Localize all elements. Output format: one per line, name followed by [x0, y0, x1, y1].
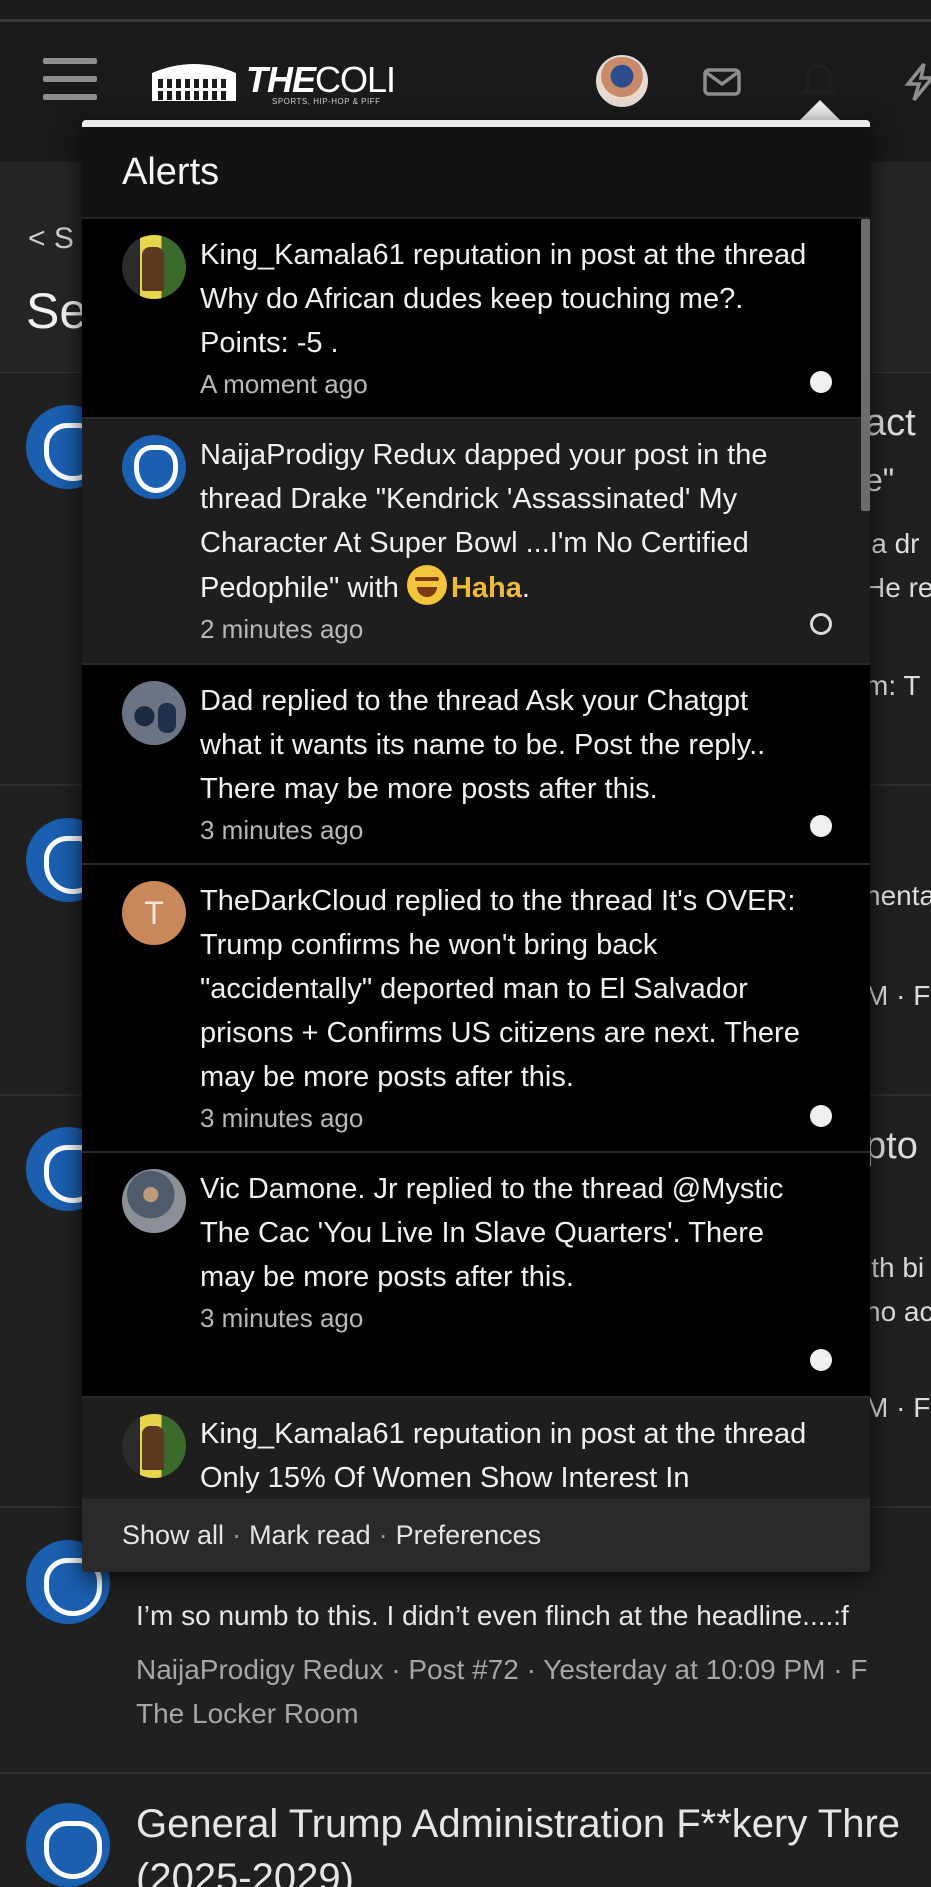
read-dot-icon[interactable] [810, 613, 832, 635]
king-avatar[interactable] [122, 1414, 186, 1478]
alert-time: 2 minutes ago [200, 614, 364, 644]
reaction-label: Haha [450, 572, 522, 604]
colosseum-logo-icon [152, 64, 236, 101]
site-logo[interactable]: THECOLI SPORTS, HIP-HOP & PIFF [148, 57, 408, 107]
alert-time: A moment ago [200, 369, 368, 399]
result-title-fragment[interactable]: pto [865, 1125, 918, 1168]
logo-tagline: SPORTS, HIP-HOP & PIFF [272, 97, 381, 106]
alert-item[interactable]: Vic Damone. Jr replied to the thread @My… [82, 1153, 870, 1398]
alert-text[interactable]: King_Kamala61 reputation in post at the … [200, 1412, 810, 1499]
alerts-popup: Alerts King_Kamala61 reputation in post … [82, 120, 870, 1572]
result-snippet-fragment: ia dr [865, 528, 920, 559]
alert-text[interactable]: Vic Damone. Jr replied to the thread @My… [200, 1167, 810, 1299]
row-divider [0, 1772, 931, 1774]
dad-avatar[interactable] [122, 681, 186, 745]
result-title[interactable]: General Trump Administration F**kery Thr… [136, 1802, 900, 1847]
duke-avatar[interactable] [122, 435, 186, 499]
unread-dot-icon[interactable] [810, 1105, 832, 1127]
unread-dot-icon[interactable] [810, 1349, 832, 1371]
bell-icon[interactable] [797, 60, 841, 104]
result-meta-fragment: M · F [865, 1392, 931, 1423]
alert-item[interactable]: King_Kamala61 reputation in post at the … [82, 1398, 870, 1499]
result-snippet-fragment: no ac [865, 1296, 931, 1327]
result-snippet-fragment: nenta [865, 880, 931, 911]
result-avatar[interactable] [26, 1803, 110, 1887]
vic-avatar[interactable] [122, 1169, 186, 1233]
laughing-emoji-icon [406, 565, 447, 605]
user-avatar[interactable] [596, 55, 648, 107]
alert-text[interactable]: NaijaProdigy Redux dapped your post in t… [200, 433, 810, 610]
result-snippet-fragment: He re [865, 572, 931, 603]
alert-item[interactable]: NaijaProdigy Redux dapped your post in t… [82, 419, 870, 665]
alert-text[interactable]: Dad replied to the thread Ask your Chatg… [200, 679, 810, 811]
page-title: Se [26, 283, 88, 339]
result-title-line2[interactable]: (2025-2029) [136, 1856, 354, 1887]
unread-dot-icon[interactable] [810, 815, 832, 837]
result-snippet-fragment: ith bi [865, 1252, 925, 1283]
result-meta[interactable]: NaijaProdigy Redux · Post #72 · Yesterda… [136, 1654, 868, 1686]
alerts-list[interactable]: King_Kamala61 reputation in post at the … [82, 219, 870, 1499]
mark-read-link[interactable]: Mark read [249, 1520, 371, 1551]
result-meta-fragment: M · F [865, 980, 931, 1011]
logo-wordmark: THECOLI [246, 59, 396, 100]
result-snippet: I’m so numb to this. I didn’t even flinc… [136, 1600, 849, 1631]
alert-item[interactable]: King_Kamala61 reputation in post at the … [82, 219, 870, 419]
unread-dot-icon[interactable] [810, 371, 832, 393]
alert-text[interactable]: King_Kamala61 reputation in post at the … [200, 233, 810, 365]
footer-separator: · [378, 1520, 388, 1550]
result-title-fragment[interactable]: act [865, 402, 916, 445]
mail-icon[interactable] [700, 60, 744, 104]
alert-item[interactable]: Dad replied to the thread Ask your Chatg… [82, 665, 870, 865]
menu-icon[interactable] [43, 58, 97, 106]
alert-time: 3 minutes ago [200, 1103, 364, 1133]
alert-time: 3 minutes ago [200, 1303, 364, 1333]
footer-separator: · [232, 1520, 242, 1550]
alerts-caret [798, 100, 842, 122]
alert-text[interactable]: TheDarkCloud replied to the thread It's … [200, 879, 810, 1099]
alert-time: 3 minutes ago [200, 815, 364, 845]
bolt-icon[interactable] [898, 60, 931, 104]
alert-item[interactable]: T TheDarkCloud replied to the thread It'… [82, 865, 870, 1153]
breadcrumb-back[interactable]: < S [28, 222, 74, 256]
alerts-footer: Show all · Mark read · Preferences [82, 1499, 870, 1572]
result-meta-fragment: m: T [865, 670, 921, 701]
result-forum[interactable]: The Locker Room [136, 1698, 359, 1730]
alerts-scrollbar[interactable] [861, 219, 870, 511]
alerts-heading: Alerts [82, 127, 870, 219]
king-avatar[interactable] [122, 235, 186, 299]
top-edge [0, 0, 931, 22]
show-all-link[interactable]: Show all [122, 1520, 224, 1551]
letter-avatar[interactable]: T [122, 881, 186, 945]
preferences-link[interactable]: Preferences [396, 1520, 542, 1551]
